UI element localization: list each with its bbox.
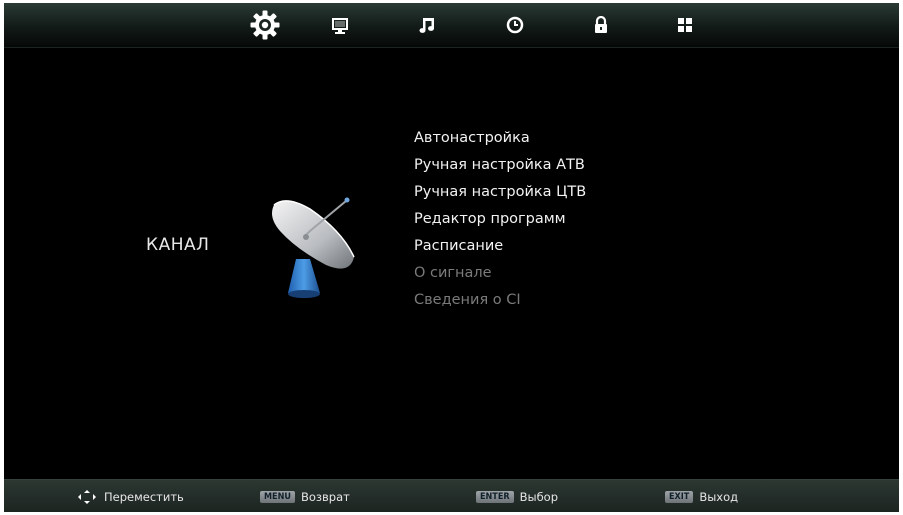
hint-bar: Переместить MENU Возврат ENTER Выбор EXI… <box>4 479 899 512</box>
hint-menu-label: Возврат <box>300 489 350 504</box>
category-title: КАНАЛ <box>146 235 210 255</box>
enter-key: ENTER <box>476 490 514 503</box>
channel-menu: Автонастройка Ручная настройка АТВ Ручна… <box>414 125 586 314</box>
tv-osd-screen: КАНАЛ Автонастройка Ручная настройка АТВ… <box>4 3 899 512</box>
exit-key: EXIT <box>665 490 694 503</box>
menu-item-program-edit[interactable]: Редактор программ <box>414 206 586 233</box>
clock-icon[interactable] <box>506 16 524 34</box>
hint-move-label: Переместить <box>104 489 184 504</box>
menu-item-auto-tuning[interactable]: Автонастройка <box>414 125 586 152</box>
hint-enter-label: Выбор <box>519 489 559 504</box>
gear-icon[interactable] <box>249 9 281 41</box>
menu-key: MENU <box>260 490 295 503</box>
menu-item-dtv-manual-tuning[interactable]: Ручная настройка ЦТВ <box>414 179 586 206</box>
menu-item-ci-info: Сведения о CI <box>414 292 521 308</box>
satellite-dish-icon <box>266 187 362 303</box>
hint-menu: MENU Возврат <box>260 480 350 512</box>
hint-enter: ENTER Выбор <box>476 480 558 512</box>
menu-item-signal-info: О сигнале <box>414 265 492 281</box>
hint-exit-label: Выход <box>699 489 739 504</box>
sound-icon[interactable] <box>418 16 436 34</box>
lock-icon[interactable] <box>593 16 609 34</box>
picture-icon[interactable] <box>331 17 349 35</box>
top-tab-bar <box>4 3 899 48</box>
hint-exit: EXIT Выход <box>665 480 738 512</box>
arrows-icon <box>78 489 96 504</box>
hint-move: Переместить <box>76 480 184 512</box>
menu-item-schedule[interactable]: Расписание <box>414 233 586 260</box>
setup-icon[interactable] <box>677 17 693 33</box>
menu-item-atv-manual-tuning[interactable]: Ручная настройка АТВ <box>414 152 586 179</box>
